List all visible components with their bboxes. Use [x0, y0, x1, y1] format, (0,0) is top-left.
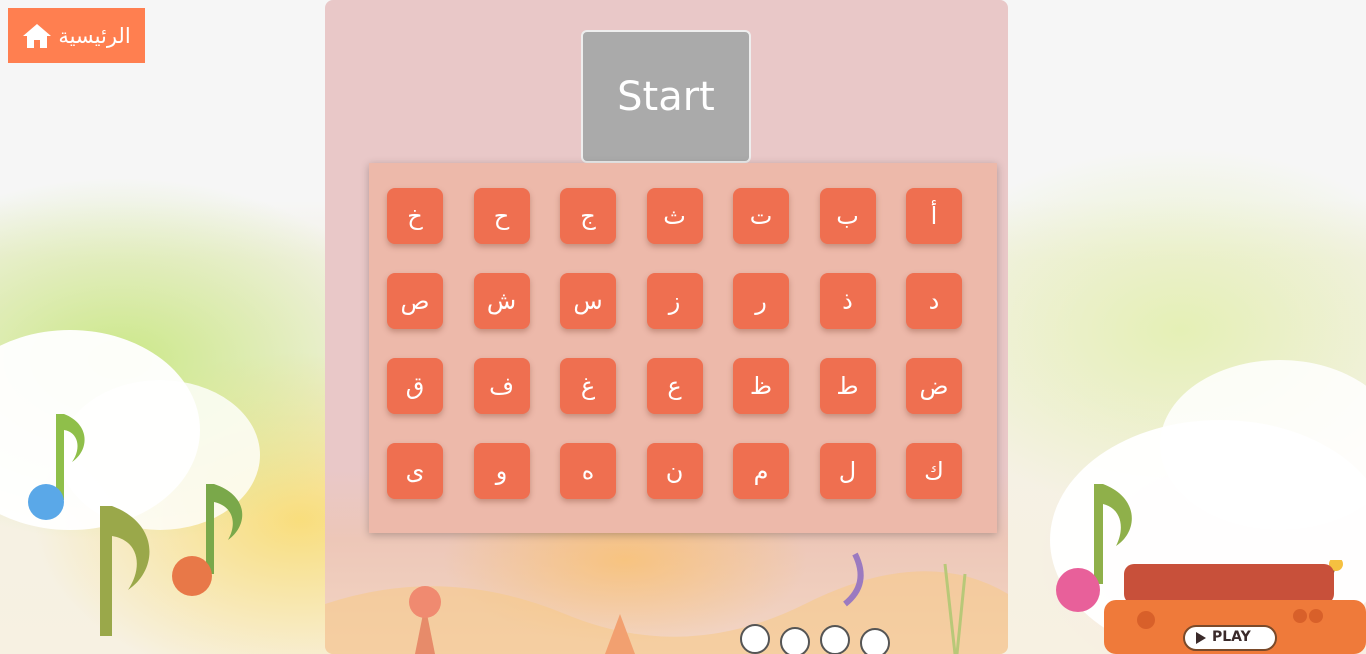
- letter-tile[interactable]: ذ: [819, 273, 876, 329]
- letter-tile[interactable]: و: [473, 443, 530, 499]
- letter-tile[interactable]: ث: [646, 188, 703, 244]
- letter-tile[interactable]: خ: [387, 188, 443, 244]
- letter-tile[interactable]: غ: [560, 358, 616, 414]
- letter-tile[interactable]: ب: [819, 188, 876, 244]
- home-icon: [23, 23, 52, 48]
- letter-tile[interactable]: ك: [906, 443, 962, 499]
- music-note-icon: [172, 484, 243, 596]
- home-label: الرئيسية: [58, 23, 131, 48]
- letter-tile[interactable]: ى: [387, 443, 443, 499]
- start-button[interactable]: Start: [581, 30, 751, 163]
- music-note-icon: [100, 506, 150, 636]
- home-button[interactable]: الرئيسية: [8, 8, 145, 63]
- letter-tile[interactable]: ل: [819, 443, 876, 499]
- letter-tile[interactable]: م: [733, 443, 789, 499]
- letter-tile[interactable]: ز: [646, 273, 703, 329]
- letters-board: أبتثجحخ دذرزسشص ضطظعغفق كلمنهوى: [369, 163, 997, 533]
- letter-tile[interactable]: ر: [733, 273, 789, 329]
- letter-tile[interactable]: ج: [560, 188, 616, 244]
- letter-tile[interactable]: ق: [387, 358, 443, 414]
- letter-tile[interactable]: ف: [473, 358, 530, 414]
- letter-tile[interactable]: ت: [733, 188, 789, 244]
- letter-tile[interactable]: ن: [646, 443, 703, 499]
- letter-tile[interactable]: ض: [906, 358, 962, 414]
- letter-tile[interactable]: ه: [560, 443, 616, 499]
- letter-tile[interactable]: ح: [473, 188, 530, 244]
- radio-play-label: PLAY: [1212, 629, 1251, 645]
- letter-tile[interactable]: ط: [819, 358, 876, 414]
- letter-tile[interactable]: د: [906, 273, 962, 329]
- game-panel: Start أبتثجحخ دذرزسشص ضطظعغفق كلمنهوى: [325, 0, 1008, 654]
- letter-tile[interactable]: س: [560, 273, 616, 329]
- letter-tile[interactable]: ص: [387, 273, 443, 329]
- letter-tile[interactable]: ع: [646, 358, 703, 414]
- panel-decoration: [325, 552, 1008, 654]
- letter-tile[interactable]: ظ: [733, 358, 789, 414]
- letter-tile[interactable]: أ: [906, 188, 962, 244]
- letter-tile[interactable]: ش: [473, 273, 530, 329]
- letters-grid: أبتثجحخ دذرزسشص ضطظعغفق كلمنهوى: [387, 188, 962, 499]
